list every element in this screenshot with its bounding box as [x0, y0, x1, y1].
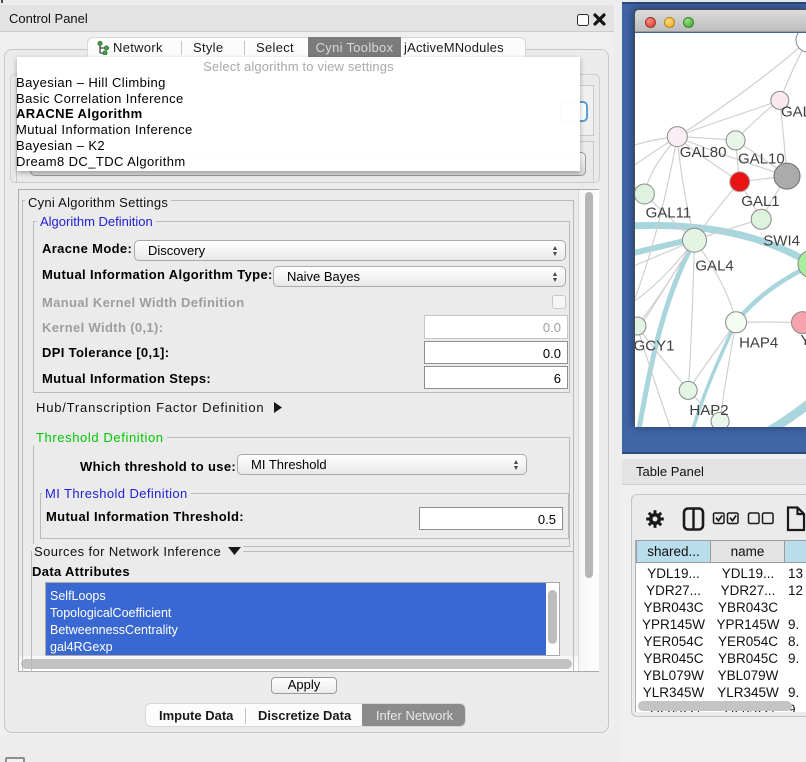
svg-text:Y: Y	[800, 332, 806, 349]
svg-text:GAL80: GAL80	[680, 144, 727, 161]
svg-text:GAL10: GAL10	[738, 151, 785, 168]
svg-text:HAP4: HAP4	[739, 334, 778, 351]
svg-text:GCY1: GCY1	[635, 337, 674, 354]
svg-text:GAL4: GAL4	[695, 257, 733, 274]
svg-text:SWI4: SWI4	[763, 233, 800, 250]
svg-text:GAL1: GAL1	[741, 193, 779, 210]
svg-text:GAL7: GAL7	[781, 104, 806, 121]
svg-text:HAP2: HAP2	[689, 402, 728, 419]
svg-text:GAL11: GAL11	[646, 205, 692, 222]
